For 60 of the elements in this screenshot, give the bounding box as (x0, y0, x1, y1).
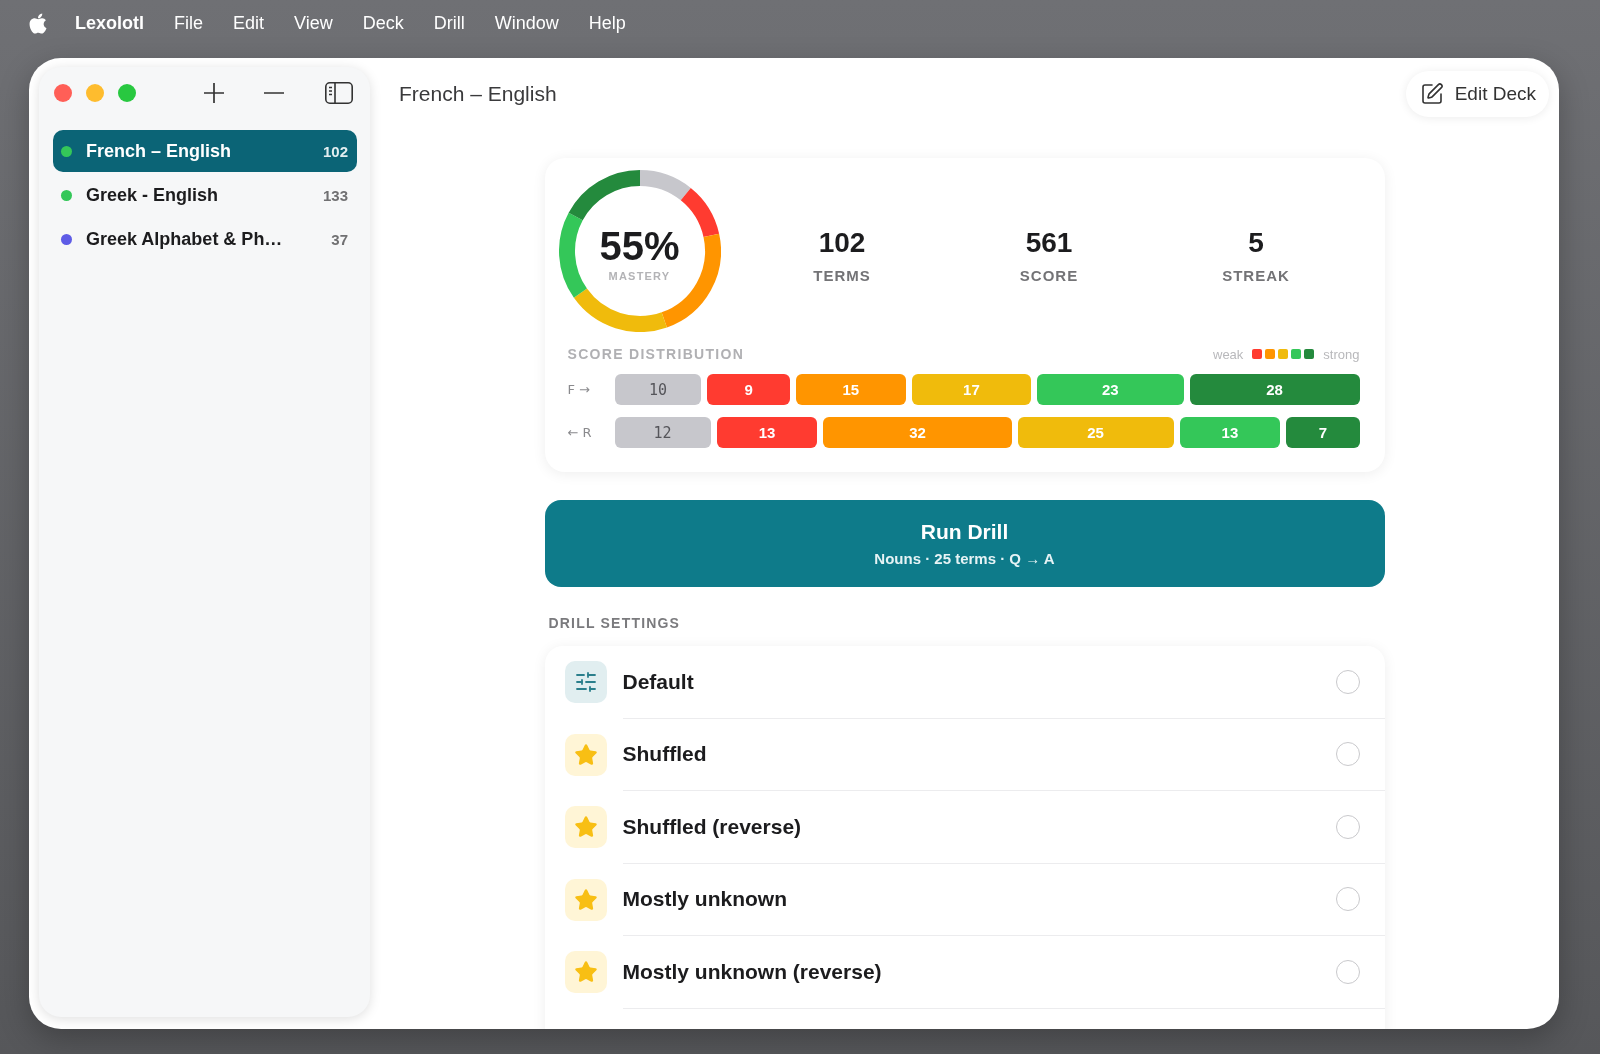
plus-icon (204, 83, 224, 103)
sliders-icon (564, 661, 607, 704)
section-title: SCORE DISTRIBUTION (567, 346, 745, 362)
section-title: DRILL SETTINGS (547, 615, 682, 631)
distribution-segment: 7 (1286, 417, 1360, 448)
radio-button[interactable] (1335, 959, 1360, 984)
sidebar-item[interactable]: French – English 102 (53, 130, 357, 172)
stat-value: 561 (1025, 225, 1073, 260)
minus-icon (264, 92, 284, 94)
close-button[interactable] (54, 84, 72, 102)
sidebar-icon (325, 82, 353, 104)
setting-label: Shuffled (reverse) (622, 814, 802, 839)
sidebar-toggle-button[interactable] (325, 79, 353, 107)
menu-item[interactable]: Deck (362, 12, 404, 34)
distribution-segment: 12 (614, 417, 711, 448)
window-title: French – English (399, 82, 557, 106)
edit-deck-button[interactable]: Edit Deck (1405, 71, 1549, 117)
menu-item[interactable]: Drill (433, 12, 465, 34)
distribution-segment: 9 (707, 374, 790, 405)
pencil-square-icon (1419, 82, 1444, 106)
menu-item[interactable]: View (294, 12, 333, 34)
row-label: ← R (567, 425, 593, 440)
sidebar-item[interactable]: Greek Alphabet & Ph… 37 (53, 218, 357, 260)
radio-button[interactable] (1335, 814, 1360, 839)
distribution-segment: 28 (1189, 374, 1360, 405)
distribution-segment: 32 (823, 417, 1012, 448)
stat-label: STREAK (1222, 266, 1290, 285)
distribution-segment: 15 (795, 374, 906, 405)
setting-label: Shuffled (622, 742, 707, 767)
zoom-button[interactable] (118, 84, 136, 102)
run-drill-button[interactable]: Run Drill Nouns · 25 terms · Q → A (544, 500, 1385, 587)
setting-label: Mostly unknown (622, 887, 787, 912)
setting-label: Default (622, 669, 694, 694)
mastery-label: MASTERY (608, 270, 671, 282)
menu-item[interactable]: File (174, 12, 204, 34)
radio-button[interactable] (1335, 669, 1360, 694)
menu-item[interactable]: Help (588, 12, 626, 34)
distribution-segment: 23 (1037, 374, 1184, 405)
distribution-segment: 13 (1179, 417, 1281, 448)
setting-label: Mostly unknown (reverse) (622, 959, 882, 984)
sidebar-item[interactable]: Greek - English 133 (53, 174, 357, 216)
apple-icon[interactable] (28, 11, 48, 35)
stat-value: 102 (818, 225, 866, 260)
scale-label: weak (1213, 346, 1244, 362)
app-menu[interactable]: Lexolotl (75, 12, 144, 34)
menu-item[interactable]: Edit (233, 12, 265, 34)
mastery-value: 55% (599, 224, 680, 268)
radio-button[interactable] (1335, 887, 1360, 912)
row-label: F → (567, 382, 591, 397)
stat-label: SCORE (1019, 266, 1079, 285)
minimize-button[interactable] (86, 84, 104, 102)
distribution-segment: 17 (911, 374, 1031, 405)
stat-label: TERMS (813, 266, 871, 285)
radio-button[interactable] (1335, 742, 1360, 767)
distribution-segment: 10 (614, 374, 702, 405)
distribution-segment: 25 (1017, 417, 1174, 448)
stat-value: 5 (1248, 225, 1264, 260)
scale-label: strong (1323, 346, 1360, 362)
menu-item[interactable]: Window (494, 12, 559, 34)
distribution-segment: 13 (716, 417, 818, 448)
